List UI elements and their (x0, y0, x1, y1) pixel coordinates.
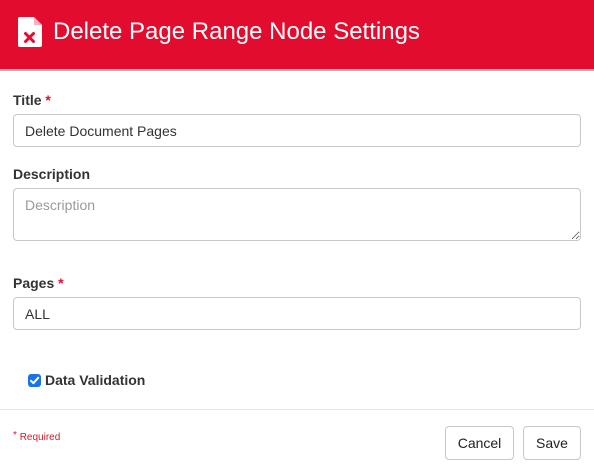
cancel-button[interactable]: Cancel (445, 426, 514, 460)
title-input[interactable] (13, 114, 581, 147)
dialog-header: Delete Page Range Node Settings (0, 0, 594, 71)
dialog-title: Delete Page Range Node Settings (53, 18, 420, 45)
data-validation-checkbox[interactable] (28, 373, 41, 387)
data-validation-row: Data Validation (28, 372, 145, 388)
required-note: * Required (13, 430, 61, 443)
pages-input[interactable] (13, 297, 581, 330)
checkmark-icon (30, 376, 40, 384)
required-note-mark: * (13, 430, 17, 441)
title-label-text: Title (13, 92, 42, 108)
title-label: Title * (13, 92, 51, 108)
document-delete-icon (18, 17, 42, 47)
description-label: Description (13, 166, 91, 182)
save-button[interactable]: Save (523, 426, 581, 460)
title-required-mark: * (45, 92, 51, 108)
data-validation-label: Data Validation (45, 372, 146, 388)
pages-label: Pages * (13, 275, 64, 291)
pages-label-text: Pages (13, 275, 55, 291)
footer-divider (0, 409, 594, 410)
description-textarea[interactable] (13, 188, 581, 241)
pages-required-mark: * (58, 275, 64, 291)
required-note-text: Required (19, 432, 61, 443)
